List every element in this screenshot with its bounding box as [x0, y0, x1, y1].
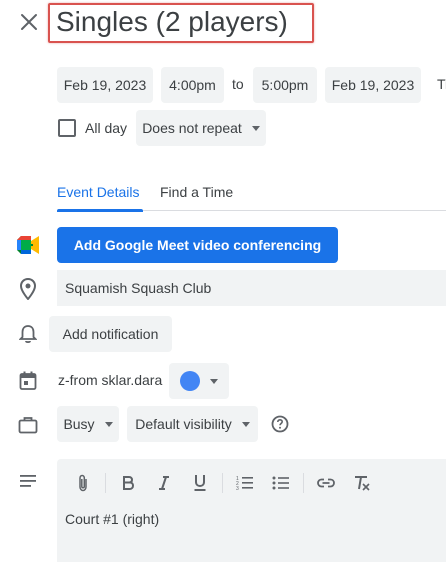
briefcase-icon: [16, 413, 40, 437]
chevron-down-icon: [210, 378, 218, 384]
chevron-down-icon: [251, 125, 260, 131]
calendar-icon: [16, 369, 40, 393]
tab-active-indicator: [57, 209, 143, 212]
timezone-button[interactable]: Ti: [437, 76, 446, 92]
visibility-dropdown[interactable]: Default visibility: [127, 406, 258, 442]
bulleted-list-button[interactable]: [269, 471, 293, 495]
link-icon: [317, 478, 335, 488]
all-day-label: All day: [85, 120, 128, 136]
tab-event-details[interactable]: Event Details: [57, 184, 139, 200]
chevron-down-icon: [104, 421, 113, 427]
bold-icon: [123, 476, 135, 490]
close-icon: [21, 14, 37, 30]
underline-button[interactable]: [188, 471, 212, 495]
svg-text:3: 3: [236, 486, 239, 491]
numbered-list-icon: 1 2 3: [236, 476, 253, 491]
google-meet-icon: [16, 233, 40, 257]
tab-find-a-time[interactable]: Find a Time: [160, 184, 233, 200]
attachment-button[interactable]: [71, 471, 95, 495]
visibility-help-icon[interactable]: [268, 412, 292, 436]
bold-button[interactable]: [116, 471, 140, 495]
visibility-label: Default visibility: [135, 416, 232, 432]
start-time-chip[interactable]: 4:00pm: [161, 67, 224, 103]
italic-icon: [159, 476, 169, 490]
underline-icon: [194, 475, 206, 491]
end-date-chip[interactable]: Feb 19, 2023: [325, 67, 421, 103]
all-day-checkbox[interactable]: [58, 119, 76, 137]
location-pin-icon: [16, 277, 40, 301]
availability-dropdown[interactable]: Busy: [57, 406, 119, 442]
add-notification-button[interactable]: Add notification: [49, 316, 172, 352]
close-button[interactable]: [13, 6, 45, 38]
repeat-label: Does not repeat: [142, 120, 242, 136]
end-time-chip[interactable]: 5:00pm: [253, 67, 317, 103]
time-separator: to: [232, 76, 244, 92]
add-google-meet-button[interactable]: Add Google Meet video conferencing: [57, 227, 338, 263]
description-text[interactable]: Court #1 (right): [65, 511, 159, 527]
repeat-dropdown[interactable]: Does not repeat: [136, 110, 266, 146]
toolbar-divider: [303, 473, 304, 493]
title-highlight-box: [48, 3, 314, 43]
start-date-chip[interactable]: Feb 19, 2023: [57, 67, 153, 103]
location-input[interactable]: Squamish Squash Club: [57, 270, 446, 306]
formatting-toolbar: 1 2 3: [71, 471, 374, 495]
calendar-owner-label: z-from sklar.dara: [58, 372, 163, 388]
numbered-list-button[interactable]: 1 2 3: [233, 471, 257, 495]
remove-formatting-button[interactable]: [350, 471, 374, 495]
availability-label: Busy: [63, 416, 95, 432]
bell-icon: [16, 322, 40, 346]
insert-link-button[interactable]: [314, 471, 338, 495]
description-lines-icon: [16, 469, 40, 493]
description-editor[interactable]: 1 2 3 Court #1 (right): [57, 459, 446, 562]
toolbar-divider: [222, 473, 223, 493]
italic-button[interactable]: [152, 471, 176, 495]
calendar-color-dropdown[interactable]: [169, 363, 229, 399]
bulleted-list-icon: [272, 476, 289, 490]
paperclip-icon: [79, 474, 87, 492]
calendar-color-swatch: [180, 371, 200, 391]
chevron-down-icon: [241, 421, 250, 427]
clear-formatting-icon: [355, 476, 370, 491]
toolbar-divider: [105, 473, 106, 493]
